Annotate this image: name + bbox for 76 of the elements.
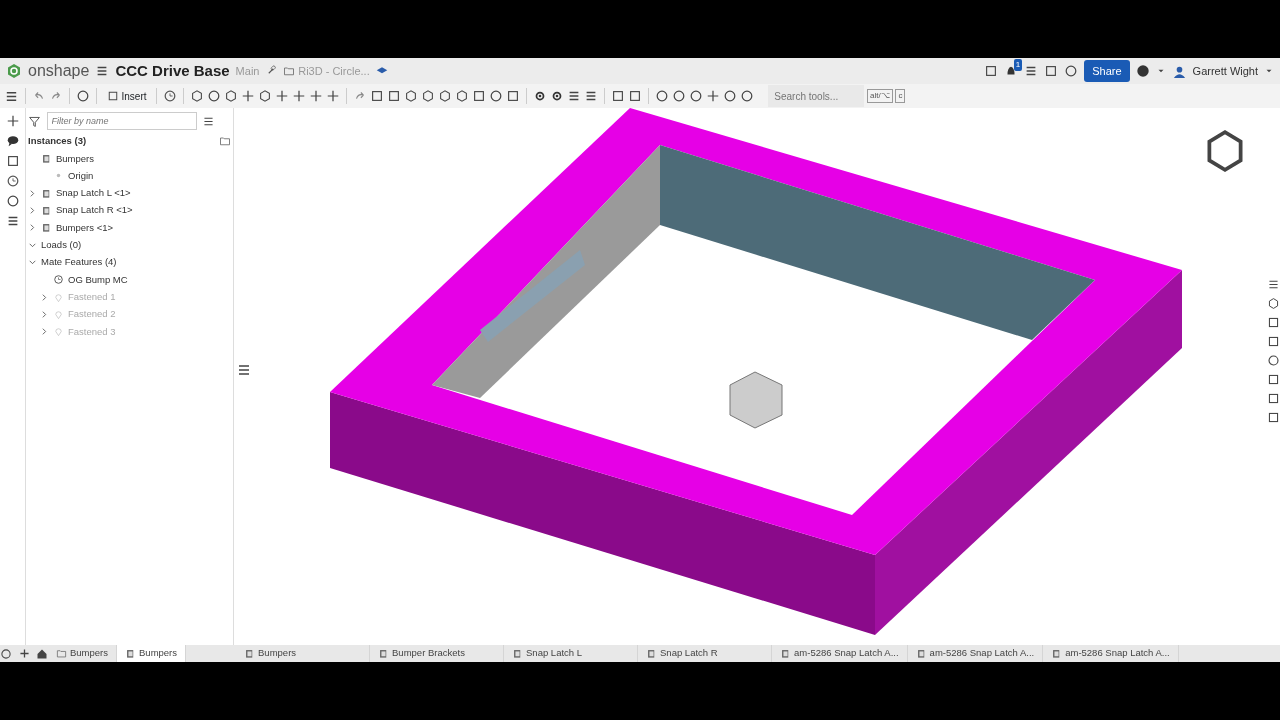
tree-item[interactable]: Snap Latch R <1> [56, 203, 133, 218]
tool-icon[interactable] [628, 89, 643, 103]
document-tab[interactable]: am-5286 Snap Latch A... [907, 645, 1044, 662]
home-icon[interactable] [36, 647, 48, 660]
new-folder-icon[interactable] [219, 135, 231, 148]
panel-icon[interactable] [1267, 411, 1280, 424]
folder-icon [56, 648, 67, 659]
tool-icon[interactable] [387, 89, 402, 103]
logo-icon [6, 63, 22, 79]
panel-icon[interactable] [1267, 392, 1280, 405]
app-logo-text: onshape [28, 61, 90, 81]
tree-item[interactable]: Loads (0) [41, 238, 82, 253]
tool-icon[interactable] [472, 89, 487, 103]
tool-icon[interactable] [224, 89, 239, 103]
tree-item[interactable]: OG Bump MC [68, 272, 128, 287]
stopwatch-icon[interactable] [5, 174, 20, 188]
tab-icon [125, 648, 136, 659]
panel-icon[interactable] [1267, 297, 1280, 310]
panel-icon[interactable] [1267, 316, 1280, 329]
circle-icon[interactable] [76, 89, 90, 103]
tool-icon[interactable] [207, 89, 222, 103]
user-name[interactable]: Garrett Wight [1192, 62, 1258, 80]
part-icon [41, 153, 52, 165]
part-icon [41, 205, 52, 217]
tool-icon[interactable] [740, 89, 755, 103]
comment-icon[interactable] [5, 134, 20, 148]
outline-toggle-icon[interactable] [236, 362, 252, 378]
tool-icon[interactable] [438, 89, 453, 103]
part-icon [41, 222, 52, 234]
tool-icon[interactable] [655, 89, 670, 103]
add-icon [17, 647, 31, 661]
tool-icon[interactable] [611, 89, 626, 103]
filter-icon[interactable] [28, 114, 41, 128]
share-button[interactable]: Share [1084, 59, 1130, 83]
tab-icon [915, 648, 927, 659]
panel-icon[interactable] [1267, 335, 1280, 348]
tool-icon[interactable] [506, 89, 521, 103]
search-tools-field[interactable]: Search tools... [768, 85, 865, 107]
panel-icon[interactable] [1267, 373, 1280, 386]
filter-field[interactable]: Filter by name [46, 112, 197, 130]
tool-icon[interactable] [723, 89, 738, 103]
shortcut-key: alt/⌥ [867, 89, 893, 103]
document-title: CCC Drive Base [115, 60, 230, 81]
shortcut-key: c [895, 89, 906, 103]
document-tab[interactable]: Snap Latch L [504, 645, 639, 662]
tool-icon[interactable] [421, 89, 436, 103]
expand-caret-icon[interactable] [28, 223, 37, 233]
document-tab[interactable]: Bumpers [236, 645, 371, 662]
tool-icon[interactable] [672, 89, 687, 103]
document-tab[interactable]: am-5286 Snap Latch A... [1043, 645, 1179, 662]
tool-icon[interactable] [489, 89, 504, 103]
tool-icon[interactable] [163, 89, 178, 103]
expand-caret-icon[interactable] [28, 188, 37, 198]
tool-icon[interactable] [455, 89, 470, 103]
tool-icon[interactable] [370, 89, 385, 103]
tree-item[interactable]: Mate Features (4) [41, 255, 117, 270]
tool-icon[interactable] [689, 89, 704, 103]
document-tab[interactable]: Bumpers [117, 645, 187, 662]
document-tab[interactable]: Snap Latch R [638, 645, 773, 662]
insert-button[interactable]: Insert [103, 87, 151, 105]
document-tab[interactable]: Bumper Brackets [370, 645, 505, 662]
tree-item[interactable]: Bumpers <1> [56, 220, 114, 235]
tree-item[interactable]: Bumpers [56, 151, 94, 166]
tool-icon[interactable] [404, 89, 419, 103]
expand-caret-icon[interactable] [28, 206, 37, 216]
document-tab[interactable]: am-5286 Snap Latch A... [772, 645, 908, 662]
tool-icon[interactable] [190, 89, 205, 103]
tool-icon[interactable] [258, 89, 273, 103]
tree-heading: Instances (3) [28, 134, 87, 149]
folder-icon [283, 65, 296, 77]
panel-icon[interactable] [1267, 278, 1280, 291]
tree-item[interactable]: Origin [68, 168, 94, 184]
tree-item[interactable]: Snap Latch L <1> [56, 186, 131, 201]
notification-count: 1 [1013, 59, 1023, 71]
panel-icon[interactable] [1267, 354, 1280, 367]
part-icon [41, 187, 52, 199]
